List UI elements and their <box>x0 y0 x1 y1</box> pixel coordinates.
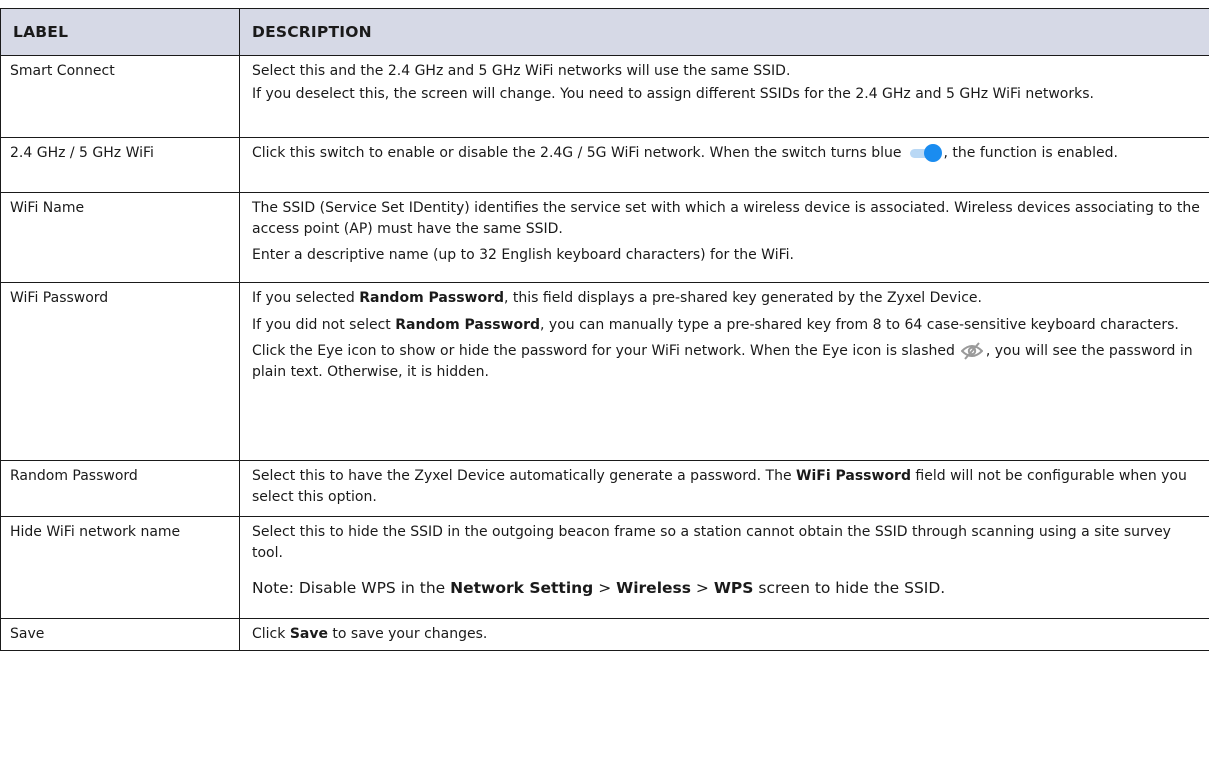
toggle-switch-on-icon <box>909 144 942 162</box>
table-row: Hide WiFi network name Select this to hi… <box>0 516 1209 619</box>
row-description: Select this and the 2.4 GHz and 5 GHz Wi… <box>239 55 1209 138</box>
row-label: 2.4 GHz / 5 GHz WiFi <box>0 137 240 193</box>
row-description: If you selected Random Password, this fi… <box>239 282 1209 461</box>
row-label: WiFi Password <box>0 282 240 461</box>
row-label: Hide WiFi network name <box>0 516 240 619</box>
table-row: 2.4 GHz / 5 GHz WiFi Click this switch t… <box>0 137 1209 193</box>
document-page: LABEL DESCRIPTION Smart Connect Select t… <box>0 0 1209 776</box>
description-text: Select this and the 2.4 GHz and 5 GHz Wi… <box>252 63 791 79</box>
row-description: The SSID (Service Set IDentity) identifi… <box>239 192 1209 283</box>
table-row: WiFi Name The SSID (Service Set IDentity… <box>0 192 1209 283</box>
description-text: If you deselect this, the screen will ch… <box>252 85 1094 102</box>
description-text: The SSID (Service Set IDentity) identifi… <box>252 200 1200 237</box>
table-row: Smart Connect Select this and the 2.4 GH… <box>0 55 1209 138</box>
description-text: Click Save to save your changes. <box>252 626 488 642</box>
note-text: Note: Disable WPS in the Network Setting… <box>252 579 946 598</box>
row-label: Save <box>0 618 240 651</box>
description-text: Click this switch to enable or disable t… <box>252 144 1118 162</box>
field-description-table: LABEL DESCRIPTION Smart Connect Select t… <box>0 8 1209 651</box>
eye-slashed-icon <box>960 342 983 361</box>
row-description: Select this to have the Zyxel Device aut… <box>239 460 1209 517</box>
header-description: DESCRIPTION <box>239 8 1209 56</box>
description-text: If you did not select Random Password, y… <box>252 316 1179 333</box>
table-row: WiFi Password If you selected Random Pas… <box>0 282 1209 461</box>
description-text: Click the Eye icon to show or hide the p… <box>252 342 1193 381</box>
table-row: Save Click Save to save your changes. <box>0 618 1209 651</box>
row-description: Select this to hide the SSID in the outg… <box>239 516 1209 619</box>
row-description: Click Save to save your changes. <box>239 618 1209 651</box>
description-text: Select this to have the Zyxel Device aut… <box>252 468 1187 505</box>
row-label: WiFi Name <box>0 192 240 283</box>
cropped-previous-line <box>0 0 1209 8</box>
description-text: If you selected Random Password, this fi… <box>252 290 982 306</box>
description-text: Select this to hide the SSID in the outg… <box>252 524 1171 561</box>
header-label: LABEL <box>0 8 240 56</box>
table-header-row: LABEL DESCRIPTION <box>0 8 1209 56</box>
row-description: Click this switch to enable or disable t… <box>239 137 1209 193</box>
row-label: Smart Connect <box>0 55 240 138</box>
row-label: Random Password <box>0 460 240 517</box>
description-text: Enter a descriptive name (up to 32 Engli… <box>252 247 794 264</box>
table-row: Random Password Select this to have the … <box>0 460 1209 517</box>
